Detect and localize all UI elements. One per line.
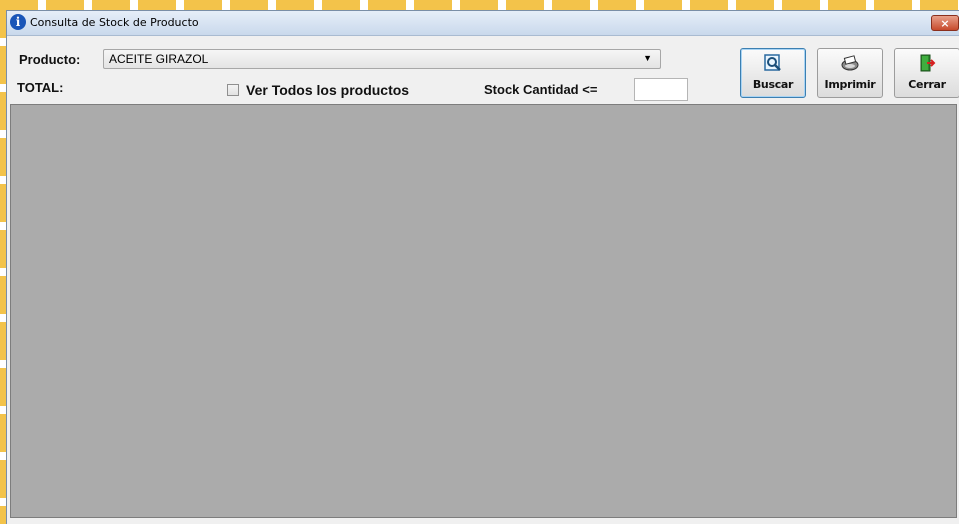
results-grid[interactable] (10, 104, 957, 518)
cerrar-button[interactable]: Cerrar (894, 48, 959, 98)
window-close-button[interactable]: × (931, 15, 959, 31)
printer-icon (840, 54, 860, 77)
stock-query-window: i Consulta de Stock de Producto × Produc… (6, 10, 959, 524)
desktop-border-top (0, 0, 959, 10)
exit-door-icon (918, 54, 936, 77)
producto-label: Producto: (19, 52, 81, 67)
producto-dropdown[interactable]: ACEITE GIRAZOL ▼ (103, 49, 661, 69)
title-bar: i Consulta de Stock de Producto × (7, 11, 959, 36)
cerrar-label: Cerrar (908, 78, 946, 91)
buscar-button[interactable]: Buscar (740, 48, 806, 98)
producto-selected-value: ACEITE GIRAZOL (109, 52, 209, 66)
chevron-down-icon[interactable]: ▼ (643, 53, 652, 63)
buscar-label: Buscar (752, 78, 794, 91)
imprimir-label: Imprimir (824, 78, 876, 91)
stock-cantidad-input[interactable] (634, 78, 688, 101)
stock-cantidad-label: Stock Cantidad <= (484, 82, 598, 97)
window-title: Consulta de Stock de Producto (30, 16, 199, 29)
total-label: TOTAL: (17, 80, 64, 95)
ver-todos-checkbox[interactable] (227, 84, 239, 96)
magnifier-icon (764, 54, 782, 77)
imprimir-button[interactable]: Imprimir (817, 48, 883, 98)
ver-todos-label: Ver Todos los productos (246, 82, 410, 98)
info-icon: i (10, 14, 26, 30)
